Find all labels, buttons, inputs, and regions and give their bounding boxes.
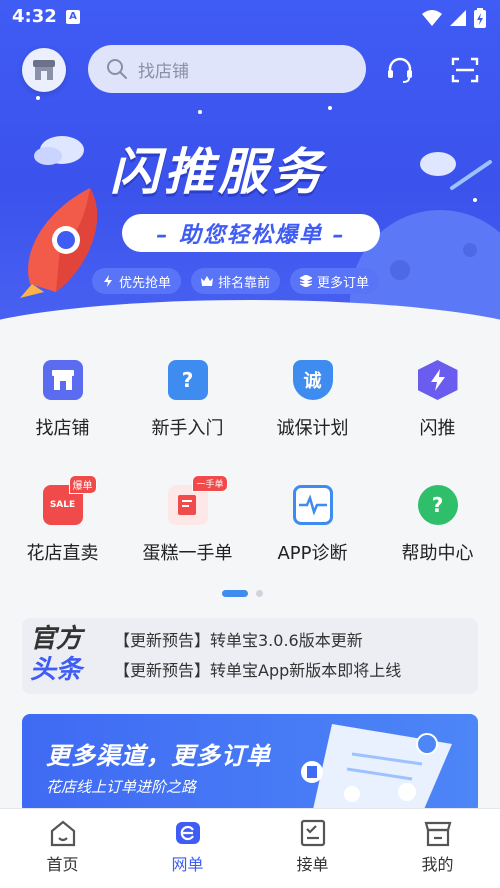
cake-order-icon: 一手单 <box>167 475 228 525</box>
grid-item-cake-order[interactable]: 一手单 蛋糕一手单 <box>125 475 250 600</box>
promo-banner[interactable]: 更多渠道，更多订单 花店线上订单进阶之路 <box>22 714 478 814</box>
customer-service-button[interactable] <box>382 52 418 88</box>
tab-label: 接单 <box>296 855 329 874</box>
grid-item-beginner[interactable]: ? 新手入门 <box>125 350 250 475</box>
status-bar: 4:32 A <box>0 0 500 34</box>
grid-item-flower-direct[interactable]: SALE 爆单 花店直卖 <box>0 475 125 600</box>
grid-label: 闪推 <box>419 418 456 439</box>
tab-label: 我的 <box>421 855 454 874</box>
bottom-tab-bar: 首页 网单 接单 我的 <box>0 808 500 888</box>
grid-label: 蛋糕一手单 <box>142 543 233 564</box>
search-bar[interactable]: 找店铺 <box>88 45 366 93</box>
question-icon: ? <box>167 360 208 400</box>
grid-item-app-diagnosis[interactable]: APP诊断 <box>250 475 375 600</box>
crown-icon <box>201 276 214 286</box>
tab-label: 网单 <box>171 855 204 874</box>
grid-row: SALE 爆单 花店直卖 一手单 蛋糕一手单 APP诊断 ? 帮助中心 <box>0 475 500 600</box>
receive-order-icon <box>300 819 325 847</box>
headset-icon <box>388 57 412 83</box>
lightning-icon <box>417 360 458 400</box>
wifi-icon <box>422 10 442 26</box>
status-time: 4:32 <box>12 6 57 27</box>
grid-label: 诚保计划 <box>276 418 349 439</box>
news-item[interactable]: 【更新预告】转单宝App新版本即将上线 <box>114 656 401 686</box>
lightning-icon <box>104 275 112 287</box>
news-logo: 官方 头条 <box>30 624 94 686</box>
tab-mine[interactable]: 我的 <box>375 809 500 888</box>
grid-row: 找店铺 ? 新手入门 诚 诚保计划 闪推 <box>0 350 500 475</box>
status-notification-icon: A <box>66 10 80 24</box>
tab-label: 首页 <box>46 855 79 874</box>
search-icon <box>107 59 127 79</box>
grid-label: 帮助中心 <box>401 543 474 564</box>
banner-subtitle: – 助您轻松爆单 – <box>122 214 380 252</box>
store-icon <box>33 60 55 80</box>
promo-subtitle: 花店线上订单进阶之路 <box>46 778 197 796</box>
signal-icon <box>450 10 466 26</box>
battery-icon <box>474 8 486 28</box>
tag-label: 优先抢单 <box>119 275 172 291</box>
grid-item-find-store[interactable]: 找店铺 <box>0 350 125 475</box>
tab-receive-order[interactable]: 接单 <box>250 809 375 888</box>
official-news[interactable]: 官方 头条 【更新预告】转单宝3.0.6版本更新 【更新预告】转单宝App新版本… <box>22 618 478 694</box>
grid-label: 新手入门 <box>151 418 224 439</box>
tag-ranking: 排名靠前 <box>191 268 281 294</box>
tag-more-orders: 更多订单 <box>290 268 380 294</box>
news-list: 【更新预告】转单宝3.0.6版本更新 【更新预告】转单宝App新版本即将上线 <box>114 626 401 686</box>
function-grid: 找店铺 ? 新手入门 诚 诚保计划 闪推 SALE 爆单 花店直卖 一手单 蛋糕… <box>0 350 500 600</box>
tag-priority: 优先抢单 <box>92 268 182 294</box>
grid-label: 找店铺 <box>35 418 90 439</box>
store-button[interactable] <box>22 48 66 92</box>
tab-home[interactable]: 首页 <box>0 809 125 888</box>
banner-tags: 优先抢单 排名靠前 更多订单 <box>92 268 380 294</box>
news-logo-line1: 官方 <box>30 624 83 654</box>
grid-item-help-center[interactable]: ? 帮助中心 <box>375 475 500 600</box>
page-dot <box>256 590 263 597</box>
hero-banner[interactable]: 4:32 A 找店铺 闪推服务 – 助您轻松爆单 – 优先抢单 排名靠前 更多订… <box>0 0 500 340</box>
tab-web-order[interactable]: 网单 <box>125 809 250 888</box>
status-icons <box>422 8 486 28</box>
search-placeholder: 找店铺 <box>138 61 189 82</box>
banner-title: 闪推服务 <box>110 143 326 201</box>
grid-label: 花店直卖 <box>26 543 99 564</box>
grid-label: APP诊断 <box>277 543 348 564</box>
diagnosis-icon <box>292 485 333 525</box>
help-icon: ? <box>417 485 458 525</box>
tag-label: 排名靠前 <box>218 275 271 291</box>
page-dot-active <box>222 590 248 597</box>
scan-button[interactable] <box>447 52 483 88</box>
first-hand-badge: 一手单 <box>192 475 228 492</box>
grid-item-flash-push[interactable]: 闪推 <box>375 350 500 475</box>
sale-label: SALE <box>49 500 76 510</box>
home-icon <box>50 820 75 847</box>
news-item[interactable]: 【更新预告】转单宝3.0.6版本更新 <box>114 626 401 656</box>
layers-icon <box>300 275 313 287</box>
tag-label: 更多订单 <box>317 275 370 291</box>
promo-title: 更多渠道，更多订单 <box>46 742 271 770</box>
page-indicator <box>222 590 263 597</box>
grid-item-guarantee[interactable]: 诚 诚保计划 <box>250 350 375 475</box>
web-order-icon <box>175 822 200 844</box>
shield-icon: 诚 <box>292 360 333 400</box>
news-logo-line2: 头条 <box>30 655 83 685</box>
sale-icon: SALE 爆单 <box>42 475 97 525</box>
store-icon <box>42 360 83 400</box>
hot-badge: 爆单 <box>68 475 97 494</box>
scan-icon <box>451 57 479 83</box>
shop-profile-icon <box>424 821 451 847</box>
